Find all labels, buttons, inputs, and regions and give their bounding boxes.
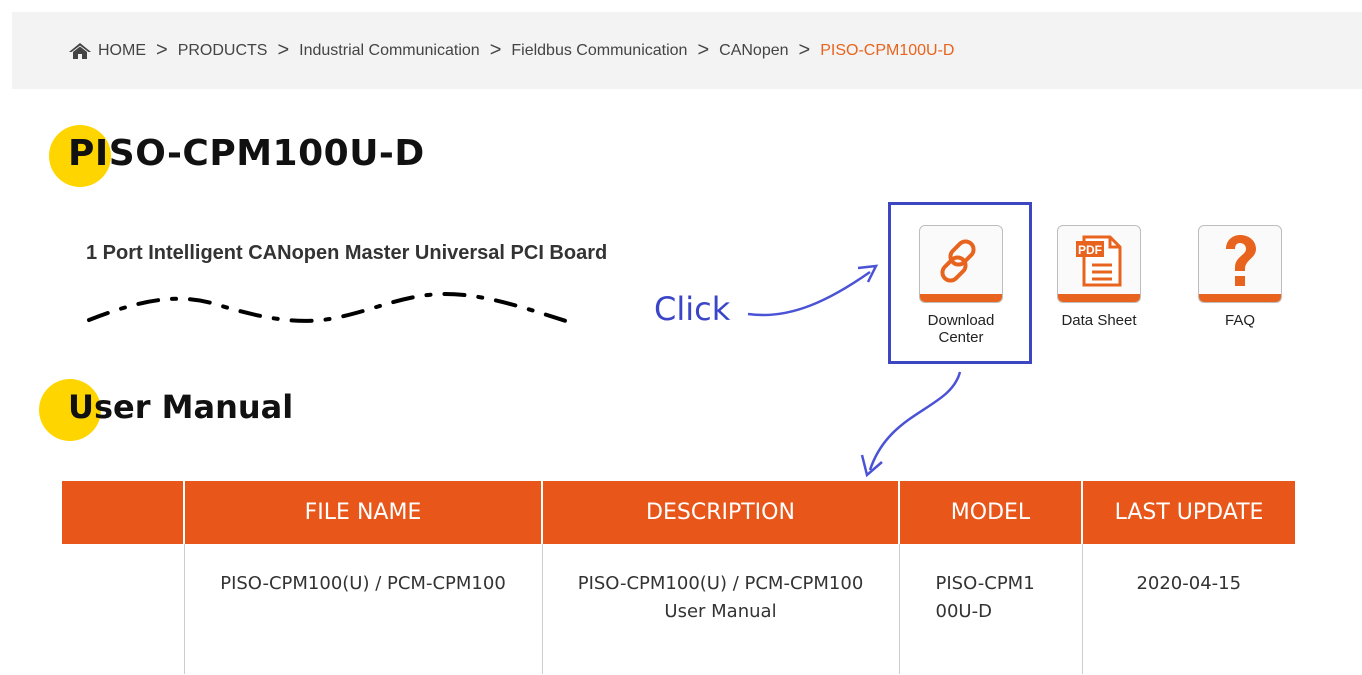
page-title: PISO-CPM100U-D xyxy=(68,133,425,174)
question-icon xyxy=(1226,235,1256,286)
data-sheet-button[interactable]: PDF Data Sheet xyxy=(1057,225,1141,329)
data-sheet-tile: PDF xyxy=(1057,225,1141,303)
product-subtitle: 1 Port Intelligent CANopen Master Univer… xyxy=(86,242,608,264)
svg-text:PDF: PDF xyxy=(1078,243,1102,257)
click-annotation: Click xyxy=(654,290,731,328)
table-cell-blank xyxy=(62,544,184,674)
file-name-link[interactable]: PISO-CPM100(U) / PCM-CPM100 xyxy=(218,570,508,598)
user-manual-title: User Manual xyxy=(68,388,294,426)
breadcrumb-home[interactable]: HOME xyxy=(68,42,146,60)
user-manual-table: FILE NAME DESCRIPTION MODEL LAST UPDATE … xyxy=(62,481,1295,674)
download-center-button[interactable]: Download Center xyxy=(916,225,1006,346)
link-icon xyxy=(940,239,976,283)
home-icon xyxy=(69,42,91,59)
breadcrumb-separator: > xyxy=(156,39,168,61)
breadcrumb-separator: > xyxy=(277,39,290,61)
pdf-icon: PDF xyxy=(1076,235,1122,287)
download-center-tile xyxy=(919,225,1003,303)
table-cell-file-name[interactable]: PISO-CPM100(U) / PCM-CPM100 xyxy=(183,544,542,674)
table-cell-description: PISO-CPM100(U) / PCM-CPM100 User Manual xyxy=(541,544,899,674)
breadcrumb-current: PISO-CPM100U-D xyxy=(820,41,955,59)
faq-button[interactable]: FAQ xyxy=(1198,225,1282,329)
dashed-curve-decoration xyxy=(87,291,571,324)
table-header-row: FILE NAME DESCRIPTION MODEL LAST UPDATE xyxy=(62,481,1295,544)
model-text: PISO-CPM100U-D xyxy=(935,573,1035,622)
breadcrumb-industrial-communication[interactable]: Industrial Communication xyxy=(299,42,480,60)
description-text: PISO-CPM100(U) / PCM-CPM100 User Manual xyxy=(577,573,864,622)
breadcrumb-products[interactable]: PRODUCTS xyxy=(178,42,268,60)
download-center-label: Download Center xyxy=(927,312,995,346)
breadcrumb-separator: > xyxy=(697,39,710,61)
breadcrumb-canopen[interactable]: CANopen xyxy=(719,42,788,60)
column-header-model[interactable]: MODEL xyxy=(898,481,1082,544)
faq-tile xyxy=(1198,225,1282,303)
data-sheet-label: Data Sheet xyxy=(1061,312,1137,329)
column-header-file-name[interactable]: FILE NAME xyxy=(183,481,542,544)
breadcrumb-home-label: HOME xyxy=(98,41,146,59)
table-cell-last-update: 2020-04-15 xyxy=(1081,544,1295,674)
column-header-description[interactable]: DESCRIPTION xyxy=(541,481,899,544)
breadcrumb-fieldbus-communication[interactable]: Fieldbus Communication xyxy=(511,42,687,60)
column-header-last-update[interactable]: LAST UPDATE xyxy=(1081,481,1295,544)
breadcrumb-separator: > xyxy=(798,39,811,61)
faq-label: FAQ xyxy=(1224,312,1255,329)
table-cell-model: PISO-CPM100U-D xyxy=(898,544,1082,674)
column-header-blank xyxy=(62,481,184,544)
breadcrumb-separator: > xyxy=(489,39,502,61)
table-row: PISO-CPM100(U) / PCM-CPM100 PISO-CPM100(… xyxy=(62,544,1295,674)
breadcrumb: HOME > PRODUCTS > Industrial Communicati… xyxy=(12,12,1362,89)
